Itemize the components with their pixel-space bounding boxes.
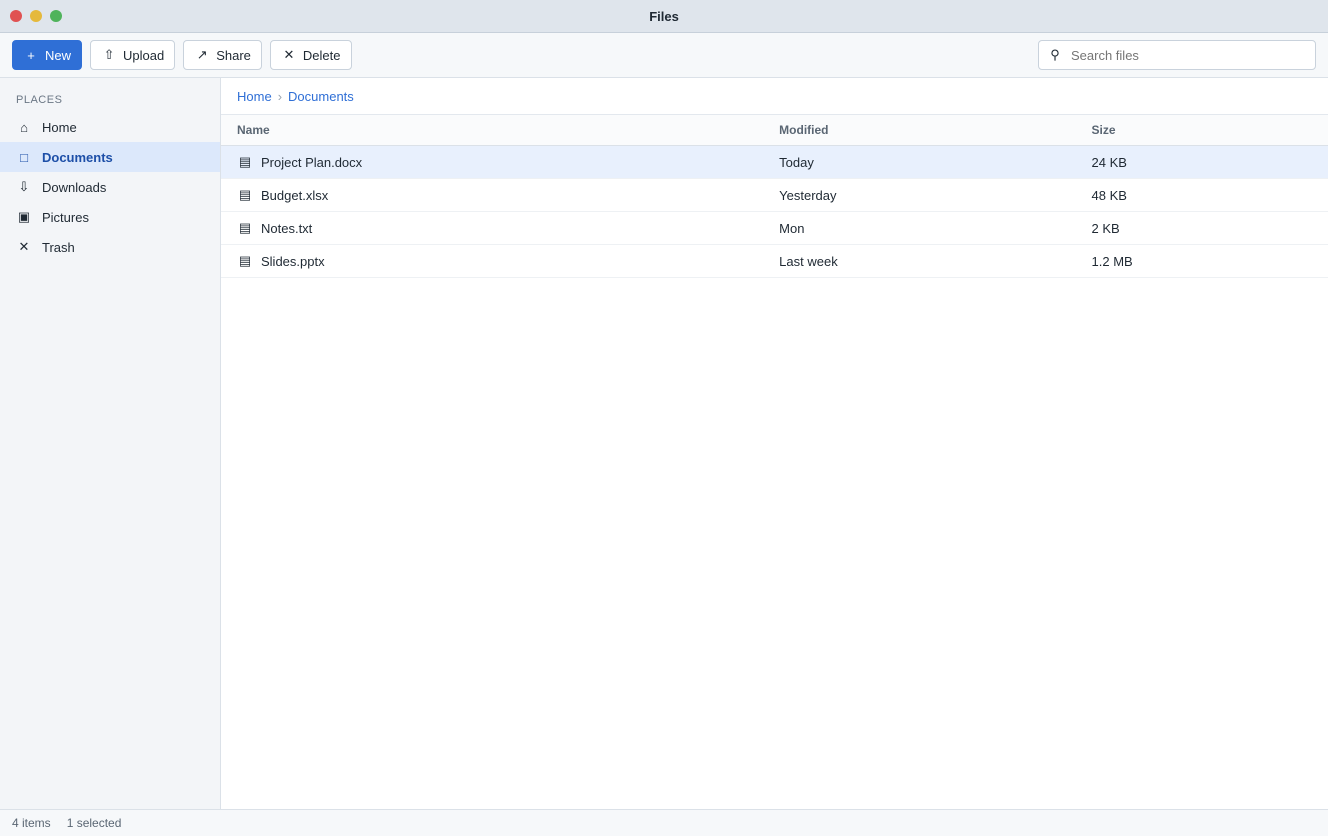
table-row[interactable]: ▤ Notes.txt Mon 2 KB: [221, 211, 1328, 245]
sidebar: Places ⌂ Home □ Documents ⇩ Downloads ▣ …: [0, 78, 221, 809]
file-icon: ▤: [238, 154, 252, 169]
sidebar-item-label: Documents: [42, 149, 113, 165]
breadcrumb: Home › Documents: [221, 78, 1328, 115]
share-icon: ↗: [196, 47, 208, 62]
search-input[interactable]: [1069, 46, 1307, 64]
item-count: 4 items: [12, 816, 51, 830]
table-row[interactable]: ▤ Slides.pptx Last week 1.2 MB: [221, 244, 1328, 278]
sidebar-item-trash[interactable]: ✕ Trash: [0, 232, 220, 262]
table-cell-modified: Last week: [763, 244, 1076, 278]
table-cell-name: ▤ Notes.txt: [221, 211, 764, 245]
selection-count: 1 selected: [66, 816, 122, 830]
main-panel: Home › Documents Name Modified Size ▤ Pr…: [221, 78, 1328, 809]
file-name: Project Plan.docx: [261, 154, 363, 170]
sidebar-heading: Places: [16, 94, 63, 106]
file-table: Name Modified Size ▤ Project Plan.docx T…: [221, 115, 1328, 278]
delete-button-label: Delete: [302, 47, 341, 63]
download-icon: ⇩: [18, 179, 30, 194]
trash-icon: ✕: [283, 47, 295, 62]
search-icon: ⚲: [1050, 47, 1060, 62]
file-name: Slides.pptx: [261, 253, 325, 269]
file-icon: ▤: [238, 253, 252, 268]
file-name: Notes.txt: [261, 220, 313, 236]
table-row[interactable]: ▤ Project Plan.docx Today 24 KB: [221, 145, 1328, 179]
file-name: Budget.xlsx: [261, 187, 329, 203]
new-button[interactable]: + New: [12, 40, 83, 70]
app-window: Files + New ⇧ Upload ↗ Share ✕ Delete ⚲ …: [0, 0, 1328, 836]
minimize-window-button[interactable]: [30, 10, 42, 22]
image-icon: ▣: [17, 209, 31, 224]
table-cell-size: 24 KB: [1075, 145, 1328, 179]
trash-icon: ✕: [18, 239, 30, 254]
plus-icon: +: [27, 47, 35, 63]
window-title: Files: [649, 8, 679, 24]
sidebar-item-label: Pictures: [42, 209, 89, 225]
file-icon: ▤: [238, 220, 252, 235]
toolbar: + New ⇧ Upload ↗ Share ✕ Delete ⚲: [0, 33, 1328, 78]
breadcrumb-documents[interactable]: Documents: [288, 89, 354, 104]
column-header-modified[interactable]: Modified: [763, 115, 1076, 146]
window-controls: [10, 10, 62, 22]
sidebar-item-downloads[interactable]: ⇩ Downloads: [0, 172, 220, 202]
share-button-label: Share: [216, 47, 251, 63]
title-bar: Files: [0, 0, 1328, 33]
column-header-size[interactable]: Size: [1075, 115, 1328, 146]
status-bar: 4 items 1 selected: [0, 809, 1328, 836]
column-header-name[interactable]: Name: [221, 115, 764, 146]
upload-button-label: Upload: [123, 47, 165, 63]
table-cell-modified: Today: [763, 145, 1076, 179]
maximize-window-button[interactable]: [50, 10, 62, 22]
table-cell-size: 48 KB: [1075, 178, 1328, 212]
sidebar-item-label: Trash: [42, 239, 75, 255]
upload-button[interactable]: ⇧ Upload: [90, 40, 176, 70]
table-cell-modified: Yesterday: [763, 178, 1076, 212]
sidebar-item-label: Downloads: [42, 179, 107, 195]
sidebar-item-home[interactable]: ⌂ Home: [0, 112, 220, 142]
sidebar-item-pictures[interactable]: ▣ Pictures: [0, 202, 220, 232]
table-cell-size: 1.2 MB: [1075, 244, 1328, 278]
upload-icon: ⇧: [103, 47, 115, 62]
table-header-row: Name Modified Size: [221, 115, 1328, 146]
file-icon: ▤: [238, 187, 252, 202]
sidebar-item-documents[interactable]: □ Documents: [0, 142, 220, 172]
table-cell-size: 2 KB: [1075, 211, 1328, 245]
breadcrumb-home[interactable]: Home: [237, 89, 272, 104]
chevron-right-icon: ›: [277, 88, 283, 104]
delete-button[interactable]: ✕ Delete: [269, 40, 352, 70]
home-icon: ⌂: [20, 119, 28, 135]
close-window-button[interactable]: [10, 10, 22, 22]
table-cell-modified: Mon: [763, 211, 1076, 245]
table-row[interactable]: ▤ Budget.xlsx Yesterday 48 KB: [221, 178, 1328, 212]
new-button-label: New: [45, 47, 72, 63]
table-cell-name: ▤ Slides.pptx: [221, 244, 764, 278]
main-spacer: [221, 278, 1328, 809]
table-cell-name: ▤ Budget.xlsx: [221, 178, 764, 212]
share-button[interactable]: ↗ Share: [183, 40, 262, 70]
folder-icon: □: [20, 149, 28, 165]
table-cell-name: ▤ Project Plan.docx: [221, 145, 764, 179]
content-area: Places ⌂ Home □ Documents ⇩ Downloads ▣ …: [0, 78, 1328, 809]
search-box[interactable]: ⚲: [1038, 40, 1316, 70]
sidebar-item-label: Home: [42, 119, 77, 135]
